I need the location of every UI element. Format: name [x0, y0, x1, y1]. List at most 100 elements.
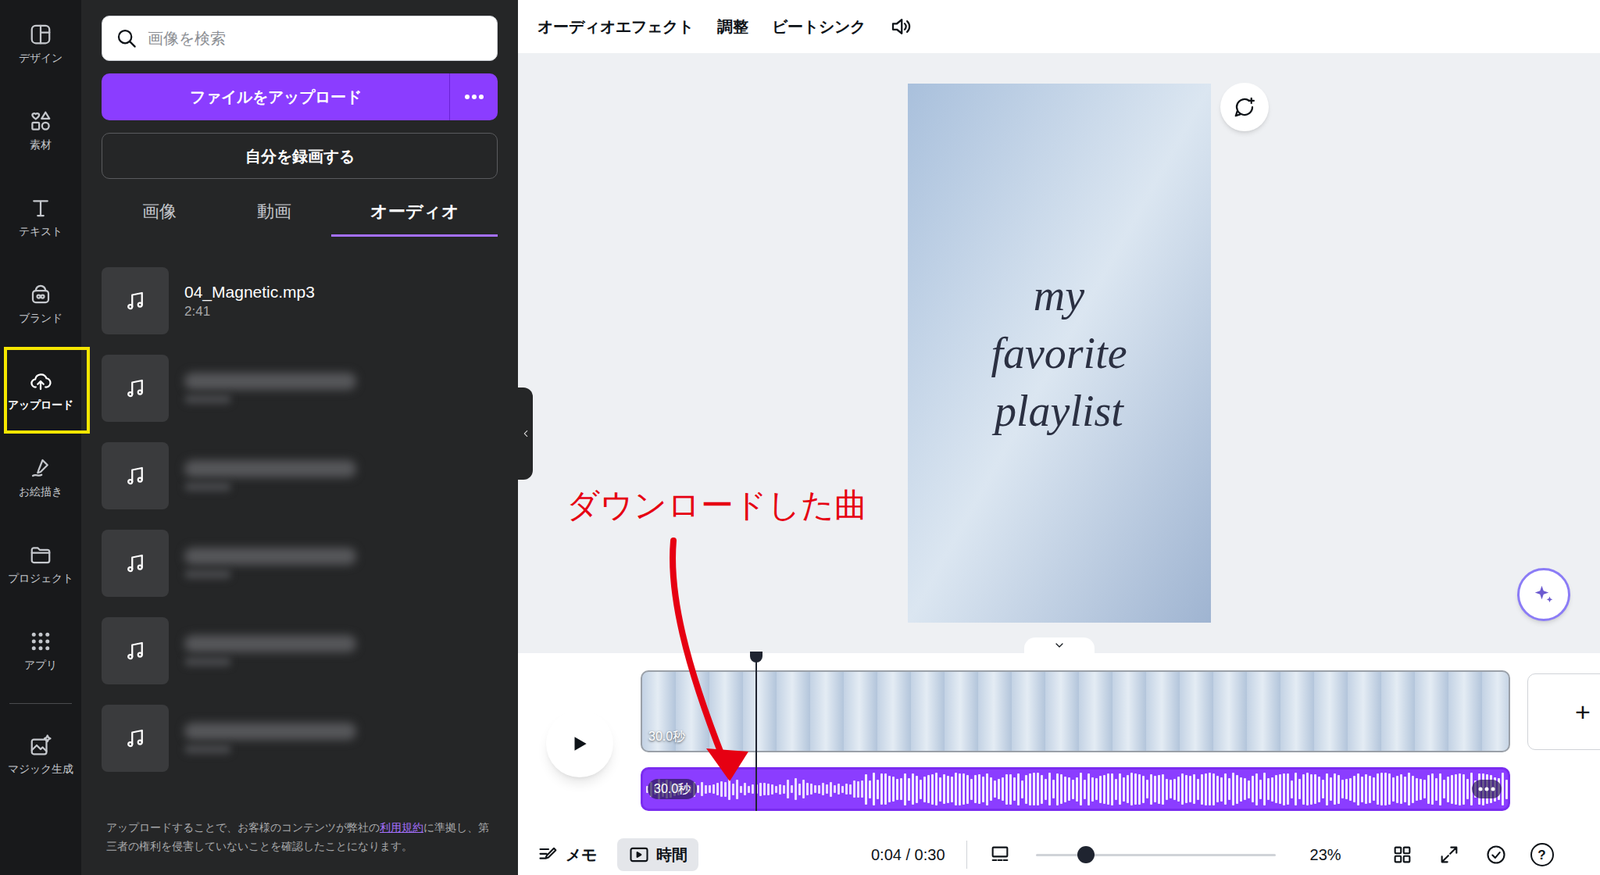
playhead-handle[interactable]	[750, 651, 763, 663]
waveform-bar	[868, 780, 872, 799]
waveform-bar	[1196, 778, 1200, 800]
playhead[interactable]	[755, 653, 758, 811]
terms-link[interactable]: 利用規約	[379, 821, 424, 834]
waveform-bar	[876, 779, 879, 800]
waveform-bar	[1177, 776, 1180, 802]
rail-item[interactable]: マジック生成	[0, 710, 82, 798]
waveform-bar	[747, 785, 750, 793]
waveform-bar	[700, 782, 704, 797]
waveform-bar	[923, 776, 926, 803]
rail-item[interactable]: テキスト	[0, 173, 82, 261]
toolbar-button[interactable]: オーディオエフェクト	[537, 14, 694, 39]
audio-file-row[interactable]: 04_Magnetic.mp32:41	[101, 267, 498, 335]
design-page[interactable]: myfavoriteplaylist	[907, 83, 1211, 623]
waveform-bar	[1185, 775, 1188, 804]
waveform-bar	[1462, 774, 1465, 805]
waveform-bar	[1278, 774, 1282, 804]
rail-item[interactable]: アップロード	[0, 346, 82, 434]
check-button[interactable]	[1485, 843, 1508, 866]
design-text-line[interactable]: favorite	[990, 324, 1127, 383]
volume-button[interactable]	[889, 14, 913, 39]
waveform-bar	[1251, 775, 1254, 803]
waveform-bar	[1122, 777, 1125, 802]
audio-options-button[interactable]	[1471, 779, 1502, 799]
bottom-bar: メモ時間0:04 / 0:3023%?	[517, 834, 1600, 875]
collapse-panel-handle[interactable]	[517, 387, 533, 480]
video-track[interactable]: 30.0秒	[640, 670, 1511, 753]
terms-notice: アップロードすることで、お客様のコンテンツが弊社の利用規約に準拠し、第三者の権利…	[101, 818, 498, 857]
waveform-bar	[814, 785, 817, 793]
waveform-bar	[1442, 779, 1446, 799]
time-tab-label: 時間	[656, 842, 688, 867]
rail-item[interactable]: アプリ	[0, 607, 82, 694]
notes-button[interactable]: メモ	[537, 842, 597, 867]
waveform-bar	[1271, 777, 1274, 802]
waveform-bar	[1157, 775, 1161, 804]
media-tab[interactable]: 動画	[216, 187, 332, 237]
waveform-bar	[974, 775, 977, 804]
waveform-bar	[794, 778, 797, 800]
rail-item[interactable]: 素材	[0, 86, 82, 174]
rail-item[interactable]: プロジェクト	[0, 520, 82, 608]
waveform-bar	[1212, 773, 1215, 806]
timeline-toggle[interactable]: 時間	[617, 838, 699, 872]
audio-file-row[interactable]	[101, 704, 498, 772]
rail-item[interactable]: デザイン	[0, 0, 82, 87]
waveform-bar	[962, 773, 965, 805]
waveform-bar	[888, 775, 891, 803]
waveform-bar	[1110, 773, 1114, 806]
waveform-bar	[1247, 780, 1250, 799]
audio-file-row[interactable]	[101, 354, 498, 422]
grid-view-button[interactable]	[1391, 843, 1414, 866]
rail-item[interactable]: お絵描き	[0, 433, 82, 521]
upload-files-button[interactable]: ファイルをアップロード	[101, 73, 450, 121]
waveform-bar	[1263, 772, 1266, 806]
annotation-arrow	[0, 0, 1600, 875]
waveform-bar	[1403, 776, 1407, 803]
waveform-bar	[927, 775, 930, 804]
play-button[interactable]	[546, 710, 614, 778]
add-label: +	[1575, 692, 1591, 733]
bar-divider	[966, 840, 968, 869]
audio-file-row[interactable]	[101, 529, 498, 597]
notes-pen-icon	[537, 843, 560, 866]
audio-file-row[interactable]	[101, 442, 498, 510]
waveform-bar	[833, 785, 836, 793]
waveform-bar	[884, 773, 887, 805]
collapse-timeline-tab[interactable]	[1024, 637, 1095, 654]
page-view-button[interactable]	[989, 843, 1011, 866]
audio-file-row[interactable]	[101, 617, 498, 685]
fullscreen-button[interactable]	[1438, 843, 1461, 866]
check-circle-icon	[1485, 843, 1508, 866]
blurred-name	[184, 547, 357, 565]
magic-assistant-button[interactable]	[1517, 567, 1571, 622]
search-field[interactable]	[101, 15, 498, 61]
upload-more-button[interactable]	[449, 73, 498, 121]
waveform-bar	[1028, 773, 1032, 806]
waveform-bar	[728, 778, 731, 800]
zoom-slider[interactable]	[1035, 845, 1276, 865]
media-tab[interactable]: 画像	[101, 187, 217, 237]
add-comment-button[interactable]	[1220, 82, 1269, 132]
record-yourself-button[interactable]: 自分を録画する	[101, 132, 498, 179]
waveform-bar	[1431, 773, 1434, 805]
add-page-button[interactable]: +	[1527, 673, 1600, 750]
media-tab[interactable]: オーディオ	[331, 187, 498, 237]
audio-track[interactable]: 30.0秒	[640, 767, 1511, 811]
waveform-bar	[1083, 779, 1086, 800]
zoom-thumb[interactable]	[1077, 846, 1095, 864]
design-text-line[interactable]: playlist	[994, 382, 1124, 440]
waveform-bar	[853, 780, 856, 798]
play-icon	[569, 733, 590, 754]
help-button[interactable]: ?	[1530, 842, 1554, 867]
waveform-bar	[1161, 774, 1165, 805]
design-text-line[interactable]: my	[1033, 266, 1085, 325]
rail-item[interactable]: ブランド	[0, 260, 82, 347]
waveform-bar	[1001, 777, 1004, 801]
toolbar-button[interactable]: ビートシンク	[771, 14, 866, 39]
elements-icon	[28, 109, 53, 133]
blurred-name	[184, 460, 357, 478]
toolbar-button[interactable]: 調整	[717, 14, 749, 39]
waveform-bar	[1321, 779, 1325, 799]
search-input[interactable]	[147, 26, 485, 50]
